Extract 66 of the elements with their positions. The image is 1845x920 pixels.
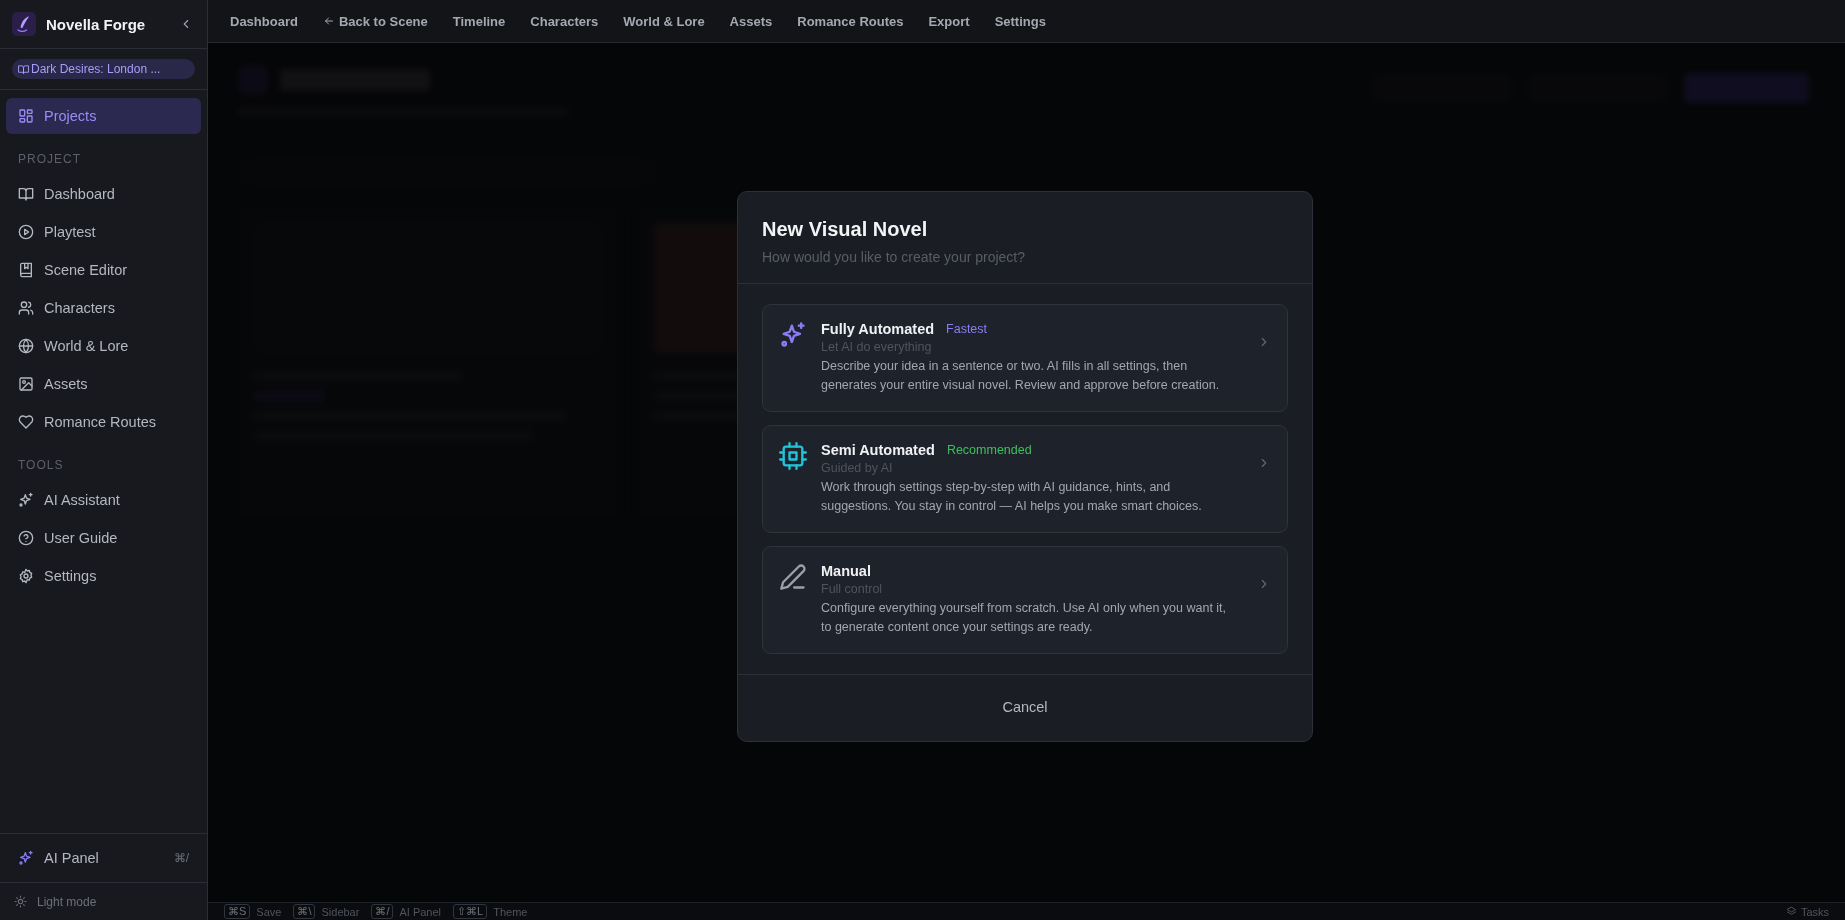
globe-icon	[18, 338, 34, 354]
top-nav-link[interactable]: Settings	[994, 13, 1046, 29]
shortcut-hint: ⌘/	[173, 851, 189, 865]
sparkles-icon	[18, 492, 34, 508]
settings-icon	[18, 568, 34, 584]
play-icon	[18, 224, 34, 240]
top-nav-link[interactable]: Timeline	[452, 13, 506, 29]
ai-panel-button[interactable]: AI Panel	[18, 850, 99, 866]
notebook-icon	[18, 262, 34, 278]
top-nav-link[interactable]: World & Lore	[623, 13, 705, 29]
option-description: Describe your idea in a sentence or two. AI fills in all settings, then generates your entire visual novel. Review and approve before creation.	[821, 358, 1221, 394]
cancel-button[interactable]: Cancel	[992, 695, 1058, 719]
sparkles-icon	[18, 850, 34, 866]
option-tag: Recommended	[946, 443, 1032, 457]
shortcut-key: ⌘/	[371, 904, 394, 919]
shortcut-label: AI Panel	[399, 905, 442, 918]
top-nav-link[interactable]: Romance Routes	[797, 13, 904, 29]
section-heading: TOOLS	[17, 457, 65, 474]
back-link[interactable]: Back to Scene	[322, 13, 428, 29]
app-name: Novella Forge	[46, 15, 147, 33]
sun-icon	[14, 895, 27, 908]
sidebar-item[interactable]: Settings	[6, 558, 201, 594]
section-heading: PROJECT	[17, 151, 82, 168]
grid-icon	[18, 108, 34, 124]
sidebar-item[interactable]: AI Assistant	[6, 482, 201, 518]
shortcut-label: Sidebar	[321, 905, 360, 918]
option-description: Configure everything yourself from scratch. Use AI only when you want it, to generate content once your settings are ready.	[821, 600, 1228, 636]
sidebar-item[interactable]: Romance Routes	[6, 404, 201, 440]
shortcut-key: ⌘S	[224, 904, 251, 919]
book-icon	[18, 186, 34, 202]
quill-logo-icon	[12, 12, 36, 36]
shortcut-key: ⌘\	[293, 904, 316, 919]
top-nav-link[interactable]: Characters	[530, 13, 599, 29]
arrow-left-icon	[322, 15, 335, 27]
option-title: Fully Automated	[821, 321, 935, 337]
dialog-title: New Visual Novel	[762, 218, 929, 241]
top-nav-link[interactable]: Dashboard	[230, 13, 298, 29]
sidebar-item[interactable]: Projects	[6, 98, 201, 134]
project-chip[interactable]: Dark Desires: London ...	[12, 59, 195, 79]
chip-icon	[779, 442, 807, 470]
sidebar-item[interactable]: Assets	[6, 366, 201, 402]
option-title: Semi Automated	[821, 442, 935, 458]
sidebar-item[interactable]: Characters	[6, 290, 201, 326]
sparkles-icon	[779, 321, 807, 349]
sidebar-item[interactable]: User Guide	[6, 520, 201, 556]
option-title: Manual	[821, 563, 871, 579]
shortcut-label: Save	[256, 905, 282, 918]
layers-icon	[1785, 906, 1797, 917]
top-nav-link[interactable]: Assets	[729, 13, 773, 29]
pen-icon	[779, 563, 807, 591]
sidebar-item[interactable]: World & Lore	[6, 328, 201, 364]
sidebar-item[interactable]: Scene Editor	[6, 252, 201, 288]
sidebar-item[interactable]: Dashboard	[6, 176, 201, 212]
shortcut-label: Theme	[493, 905, 528, 918]
theme-toggle[interactable]: Light mode	[0, 882, 207, 920]
shortcut-key: ⇧⌘L	[453, 904, 488, 919]
help-icon	[18, 530, 34, 546]
image-icon	[18, 376, 34, 392]
option-tag: Fastest	[946, 322, 988, 336]
option-description: Work through settings step-by-step with AI guidance, hints, and suggestions. You stay in control — AI helps you make smart choices.	[821, 479, 1203, 515]
top-nav-link[interactable]: Export	[928, 13, 970, 29]
book-icon	[18, 63, 29, 75]
heart-icon	[18, 414, 34, 430]
sidebar-item[interactable]: Playtest	[6, 214, 201, 250]
users-icon	[18, 300, 34, 316]
dialog-subtitle: How would you like to create your project?	[762, 249, 1027, 265]
